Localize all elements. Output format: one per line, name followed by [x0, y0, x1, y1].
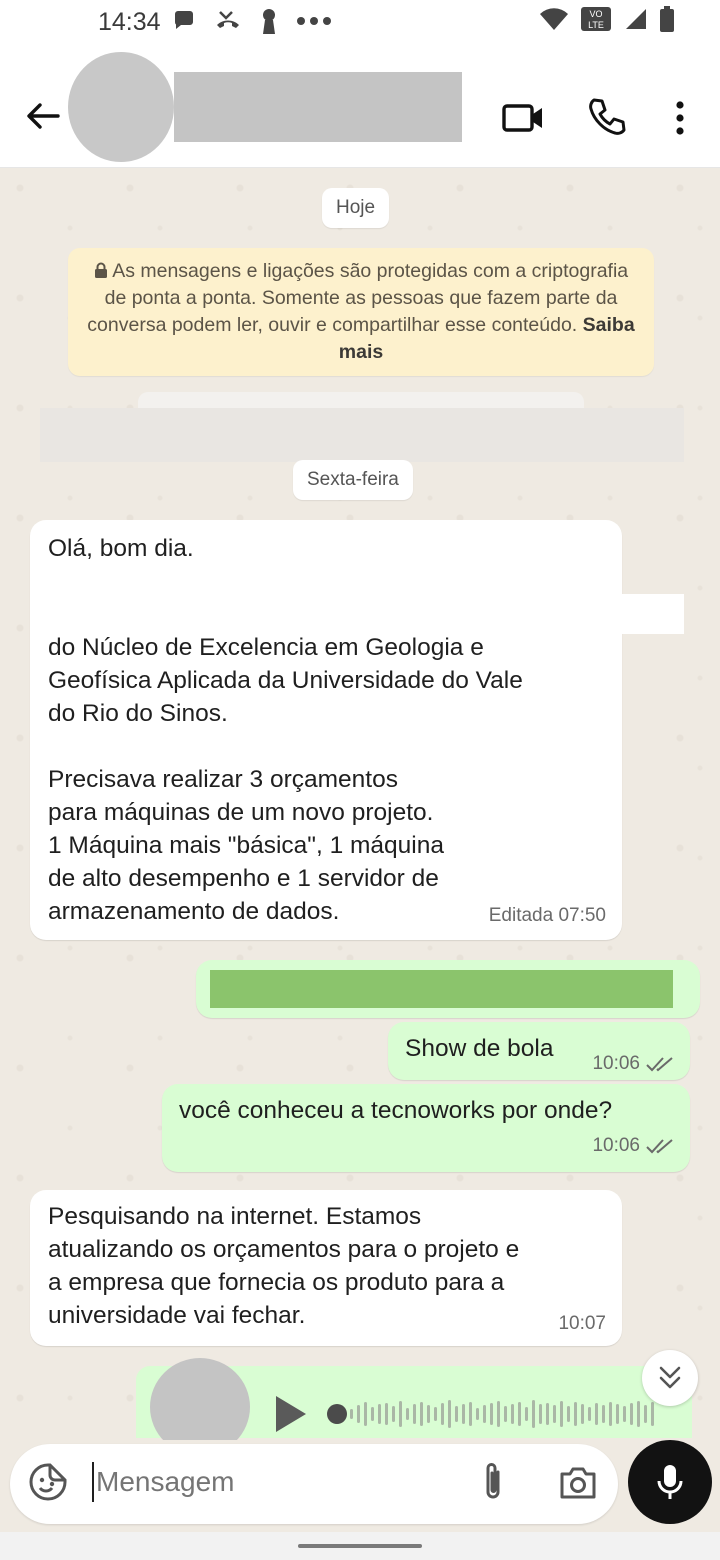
message-meta: 10:06 [592, 1129, 674, 1162]
status-left-icons [172, 8, 332, 34]
message-input[interactable] [96, 1466, 456, 1498]
status-right-icons: VO LTE [540, 6, 674, 32]
message-text: você conheceu a tecnoworks por onde? [179, 1097, 613, 1124]
message-text: Pesquisando na internet. Estamos atualiz… [48, 1203, 520, 1329]
svg-text:VO: VO [589, 9, 602, 19]
contact-name-redacted[interactable] [174, 72, 462, 142]
status-bar: 14:34 VO LTE [0, 0, 720, 44]
sticker-icon[interactable] [28, 1462, 68, 1502]
encryption-notice[interactable]: As mensagens e ligações são protegidas c… [68, 248, 654, 376]
camera-icon[interactable] [558, 1464, 598, 1502]
phone-icon[interactable] [586, 96, 628, 138]
date-separator-today: Hoje [322, 188, 390, 228]
more-dots-icon [297, 17, 331, 25]
lock-icon [94, 262, 107, 278]
message-input-bar [0, 1440, 720, 1532]
status-time: 14:34 [98, 8, 161, 36]
video-call-icon[interactable] [500, 98, 546, 138]
date-separator-friday: Sexta-feira [293, 460, 413, 500]
system-nav-bar [0, 1532, 720, 1560]
read-receipt-icon [646, 1056, 673, 1071]
audio-waveform[interactable] [350, 1398, 668, 1430]
redacted-patch [620, 594, 684, 634]
svg-text:LTE: LTE [588, 20, 604, 30]
wifi-icon [540, 8, 568, 30]
message-bubble-incoming[interactable]: Pesquisando na internet. Estamos atualiz… [30, 1190, 622, 1346]
redacted-message-content [210, 970, 673, 1008]
message-meta: Editada 07:50 [488, 905, 606, 926]
chat-bubble-icon [174, 11, 193, 29]
message-meta: 10:07 [558, 1313, 606, 1334]
home-gesture-handle[interactable] [298, 1544, 422, 1548]
message-meta: 10:06 [592, 1047, 674, 1080]
more-vertical-icon[interactable] [668, 98, 692, 138]
attach-icon[interactable] [478, 1460, 508, 1504]
double-chevron-down-icon [659, 1366, 681, 1389]
message-text: Olá, bom dia. do Núcleo de Excelencia em… [48, 535, 523, 925]
play-icon[interactable] [270, 1394, 310, 1434]
keyhole-icon [263, 9, 275, 34]
read-receipt-icon [646, 1138, 673, 1153]
message-bubble-outgoing[interactable]: Show de bola 10:06 [388, 1022, 690, 1080]
message-bubble-outgoing[interactable]: você conheceu a tecnoworks por onde? 10:… [162, 1084, 690, 1172]
volte-icon: VO LTE [581, 7, 611, 31]
signal-icon [626, 9, 646, 29]
chat-header [0, 44, 720, 168]
mic-icon [657, 1465, 683, 1499]
scroll-to-bottom-button[interactable] [642, 1350, 698, 1406]
redacted-bar [40, 408, 684, 462]
back-arrow-icon[interactable] [22, 96, 62, 136]
contact-avatar[interactable] [68, 52, 174, 162]
encryption-notice-text: As mensagens e ligações são protegidas c… [87, 260, 629, 336]
missed-call-icon [217, 11, 239, 28]
message-text: Show de bola [405, 1035, 554, 1062]
battery-icon [660, 6, 674, 32]
audio-scrubber-handle[interactable] [327, 1404, 347, 1424]
message-bubble-incoming[interactable]: Olá, bom dia. do Núcleo de Excelencia em… [30, 520, 622, 940]
voice-record-button[interactable] [628, 1440, 712, 1524]
text-cursor [92, 1462, 94, 1502]
